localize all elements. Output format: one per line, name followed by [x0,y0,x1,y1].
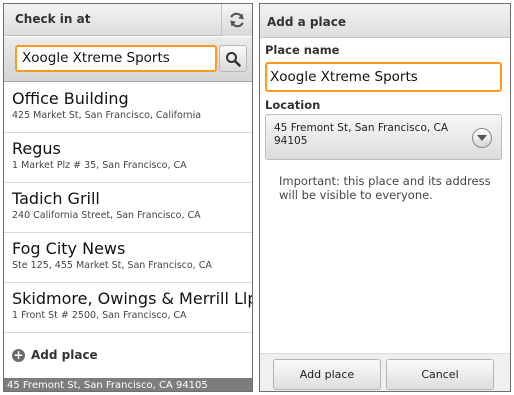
refresh-icon [230,12,244,28]
chevron-down-icon[interactable] [472,128,492,148]
current-location-bar: 45 Fremont St, San Francisco, CA 94105 [4,378,252,391]
search-bar: Xoogle Xtreme Sports [4,37,252,82]
places-list: Office Building 425 Market St, San Franc… [4,83,252,333]
add-place-link[interactable]: + Add place [12,345,98,365]
plus-circle-icon: + [12,347,25,362]
location-label: Location [265,98,321,112]
add-place-button[interactable]: Add place [273,359,381,390]
add-place-header: Add a place [260,4,510,38]
place-name: Office Building [12,89,129,108]
place-name: Regus [12,139,61,158]
place-name: Fog City News [12,239,126,258]
add-place-title: Add a place [267,15,346,29]
location-select[interactable]: 45 Fremont St, San Francisco, CA 94105 [265,114,502,160]
add-place-screen: Add a place Place name Xoogle Xtreme Spo… [259,3,511,392]
place-address: 1 Front St # 2500, San Francisco, CA [12,310,187,321]
check-in-title: Check in at [15,12,91,26]
refresh-button[interactable] [221,4,252,36]
cancel-button[interactable]: Cancel [386,359,494,390]
list-item[interactable]: Regus 1 Market Plz # 35, San Francisco, … [4,133,252,183]
place-name: Skidmore, Owings & Merrill Llp [12,289,252,308]
place-name-input[interactable]: Xoogle Xtreme Sports [265,62,502,92]
list-item[interactable]: Tadich Grill 240 California Street, San … [4,183,252,233]
visibility-notice: Important: this place and its address wi… [279,174,491,202]
add-place-label: Add place [31,348,98,362]
place-name-label: Place name [265,43,340,57]
list-item[interactable]: Skidmore, Owings & Merrill Llp 1 Front S… [4,283,252,333]
place-address: 1 Market Plz # 35, San Francisco, CA [12,160,187,171]
place-address: 240 California Street, San Francisco, CA [12,210,201,221]
list-item[interactable]: Fog City News Ste 125, 455 Market St, Sa… [4,233,252,283]
search-input[interactable]: Xoogle Xtreme Sports [15,45,217,72]
place-address: 425 Market St, San Francisco, California [12,110,202,121]
place-name: Tadich Grill [12,189,100,208]
list-item[interactable]: Office Building 425 Market St, San Franc… [4,83,252,133]
check-in-header: Check in at [4,4,252,36]
search-button[interactable] [219,45,247,72]
button-bar: Add place Cancel [260,353,510,391]
check-in-screen: Check in at Xoogle Xtreme Sports Office … [3,3,253,392]
location-value: 45 Fremont St, San Francisco, CA 94105 [274,122,449,147]
search-icon [226,51,241,67]
place-address: Ste 125, 455 Market St, San Francisco, C… [12,260,212,271]
